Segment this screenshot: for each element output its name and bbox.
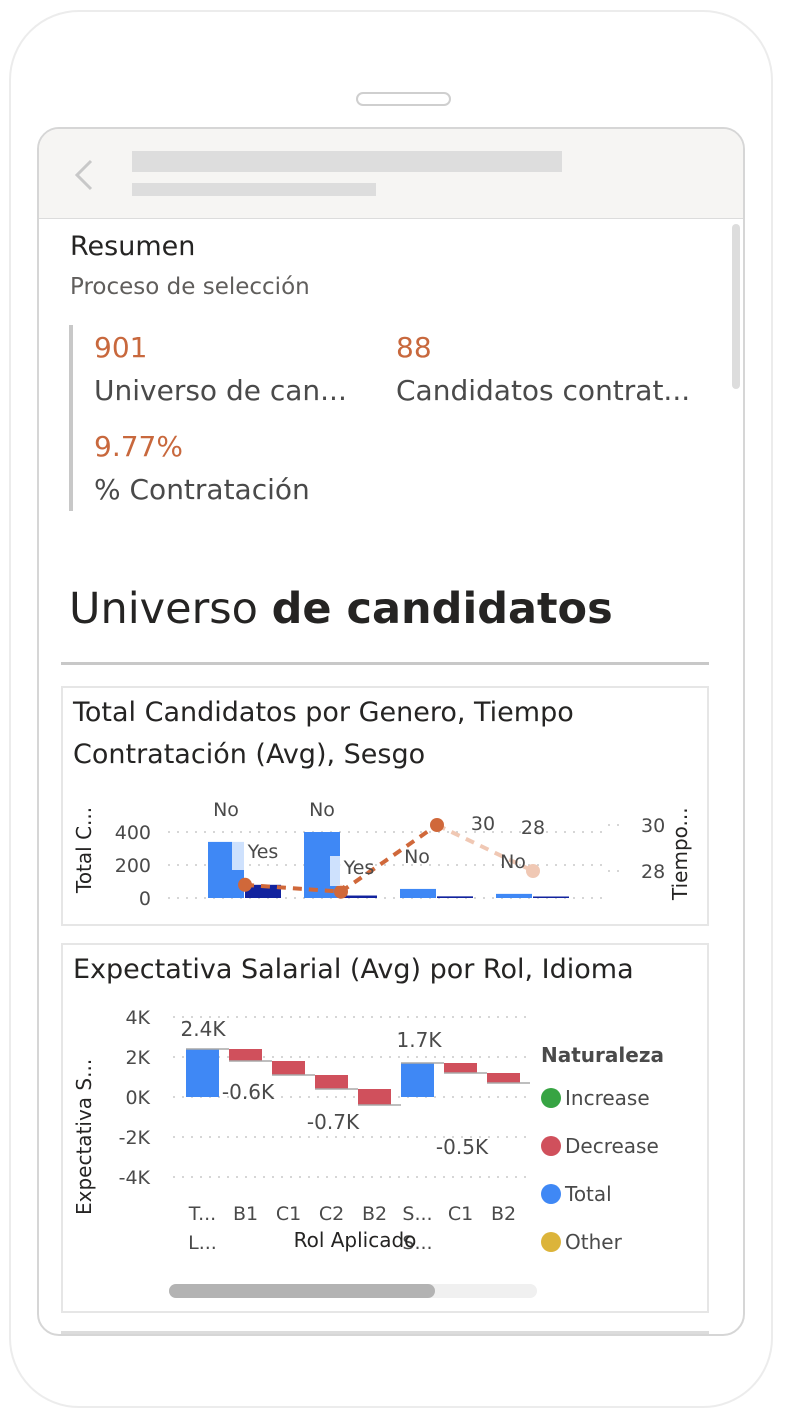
label-backdrop: [232, 840, 245, 870]
bar-label: No: [500, 851, 526, 873]
app-header: [39, 129, 743, 219]
line-point[interactable]: [334, 884, 348, 899]
point-label: 30: [471, 813, 495, 835]
y-axis-right: [608, 824, 623, 872]
point-label: 28: [521, 817, 545, 839]
bar-labels: No Yes No Yes No No 30 28: [213, 799, 545, 886]
waterfall-decrease-bar[interactable]: [315, 1075, 348, 1089]
y-axis-left-label: Total C...: [72, 807, 96, 894]
waterfall-decrease-bar[interactable]: [272, 1061, 305, 1075]
legend-marker: [541, 1136, 561, 1156]
y-axis-ticks: 4K 2K 0K -2K -4K: [119, 1007, 151, 1189]
y-tick-label: 0K: [125, 1087, 150, 1109]
report-content: Resumen Proceso de selección 901 Univers…: [39, 219, 729, 1334]
waterfall-total-bar[interactable]: [401, 1063, 434, 1097]
waterfall-decrease-bar[interactable]: [229, 1049, 262, 1061]
label-backdrop: [330, 856, 343, 886]
bar-no[interactable]: [496, 893, 532, 898]
header-title-placeholder: [132, 151, 562, 172]
kpi-accent-bar: [69, 325, 73, 511]
bar-label: Yes: [247, 841, 279, 863]
back-arrow-icon[interactable]: [69, 157, 99, 193]
line-point[interactable]: [430, 818, 444, 832]
bar-label: No: [309, 799, 335, 821]
legend-item[interactable]: Other: [565, 1230, 623, 1254]
x-tick-label: S...: [402, 1203, 432, 1225]
legend: Naturaleza Increase Decrease Total Other: [541, 1043, 664, 1254]
y-axis-left: Total C... 400 200 0: [72, 807, 151, 910]
combo-chart[interactable]: Total C... 400 200 0 No Yes No Yes No No…: [63, 788, 707, 924]
horizontal-scrollbar-thumb[interactable]: [169, 1284, 435, 1298]
chart-tile-expectativa[interactable]: Expectativa Salarial (Avg) por Rol, Idio…: [61, 943, 709, 1313]
y-axis-right-label: Tiempo...: [668, 807, 692, 901]
y-tick-label: -2K: [119, 1127, 151, 1149]
kpi-value: 9.77%: [94, 430, 183, 463]
y-tick-label: 400: [115, 822, 151, 844]
kpi-value: 88: [396, 331, 432, 364]
legend-item[interactable]: Total: [564, 1182, 612, 1206]
data-label: -0.5K: [436, 1135, 489, 1159]
section-divider: [61, 662, 709, 665]
y-tick-label: 0: [139, 888, 151, 910]
x-tick-label: B2: [362, 1203, 387, 1225]
bar-no[interactable]: [400, 888, 436, 898]
data-label: 2.4K: [181, 1017, 227, 1041]
x-tick-label: L...: [188, 1232, 217, 1254]
legend-marker: [541, 1184, 561, 1204]
x-tick-label: T...: [188, 1203, 216, 1225]
legend-item[interactable]: Increase: [565, 1086, 650, 1110]
data-label: 1.7K: [397, 1028, 443, 1052]
legend-title: Naturaleza: [541, 1043, 664, 1067]
waterfall-decrease-bar[interactable]: [358, 1089, 391, 1105]
chart-title: Expectativa Salarial (Avg) por Rol, Idio…: [73, 954, 634, 985]
x-tick-label: C1: [448, 1203, 473, 1225]
kpi-label: Candidatos contrat...: [396, 374, 691, 407]
phone-speaker: [356, 92, 451, 106]
horizontal-scrollbar-track[interactable]: [169, 1284, 537, 1298]
kpi-label: Universo de can...: [94, 374, 347, 407]
vertical-scrollbar[interactable]: [732, 224, 740, 389]
kpi-label: % Contratación: [94, 473, 310, 506]
bar-label: No: [213, 799, 239, 821]
header-subtitle-placeholder: [132, 183, 376, 196]
x-tick-label: B1: [233, 1203, 258, 1225]
kpi-value: 901: [94, 331, 148, 364]
bar-yes[interactable]: [533, 896, 569, 899]
section-title-bold: de candidatos: [271, 584, 613, 634]
bar-label: Yes: [343, 857, 375, 879]
y2-tick-label: 30: [641, 815, 665, 837]
section-title: Universo de candidatos: [69, 584, 613, 634]
bar-yes[interactable]: [437, 896, 473, 898]
chart-tile-candidatos[interactable]: Total Candidatos por Genero, Tiempo Cont…: [61, 686, 709, 926]
y-tick-label: -4K: [119, 1167, 151, 1189]
app-screen: Resumen Proceso de selección 901 Univers…: [37, 127, 745, 1336]
bottom-divider: [61, 1331, 709, 1334]
waterfall-chart[interactable]: Expectativa S... 4K 2K 0K -2K -4K 2.4K -…: [63, 1005, 707, 1255]
x-axis-label: Rol Aplicado: [294, 1228, 417, 1252]
section-title-regular: Universo: [69, 584, 272, 634]
line-point[interactable]: [526, 864, 540, 878]
x-tick-label: C2: [319, 1203, 344, 1225]
chart-title: Total Candidatos por Genero, Tiempo Cont…: [73, 697, 574, 770]
waterfall-total-bar[interactable]: [186, 1049, 219, 1097]
line-point[interactable]: [238, 877, 252, 892]
summary-subtitle: Proceso de selección: [70, 274, 310, 300]
waterfall-decrease-bar[interactable]: [487, 1073, 520, 1083]
legend-marker: [541, 1088, 561, 1108]
y-tick-label: 200: [115, 855, 151, 877]
x-tick-label: B2: [491, 1203, 516, 1225]
y-tick-label: 2K: [125, 1047, 150, 1069]
waterfall-decrease-bar[interactable]: [444, 1063, 477, 1073]
x-tick-label: C1: [276, 1203, 301, 1225]
y-tick-label: 4K: [125, 1007, 150, 1029]
summary-title: Resumen: [70, 231, 196, 262]
y2-tick-label: 28: [641, 861, 665, 883]
legend-marker: [541, 1232, 561, 1252]
legend-item[interactable]: Decrease: [565, 1134, 659, 1158]
y-axis-label: Expectativa S...: [72, 1059, 96, 1215]
data-label: -0.6K: [222, 1080, 275, 1104]
bar-label: No: [404, 846, 430, 868]
data-label: -0.7K: [307, 1110, 360, 1134]
